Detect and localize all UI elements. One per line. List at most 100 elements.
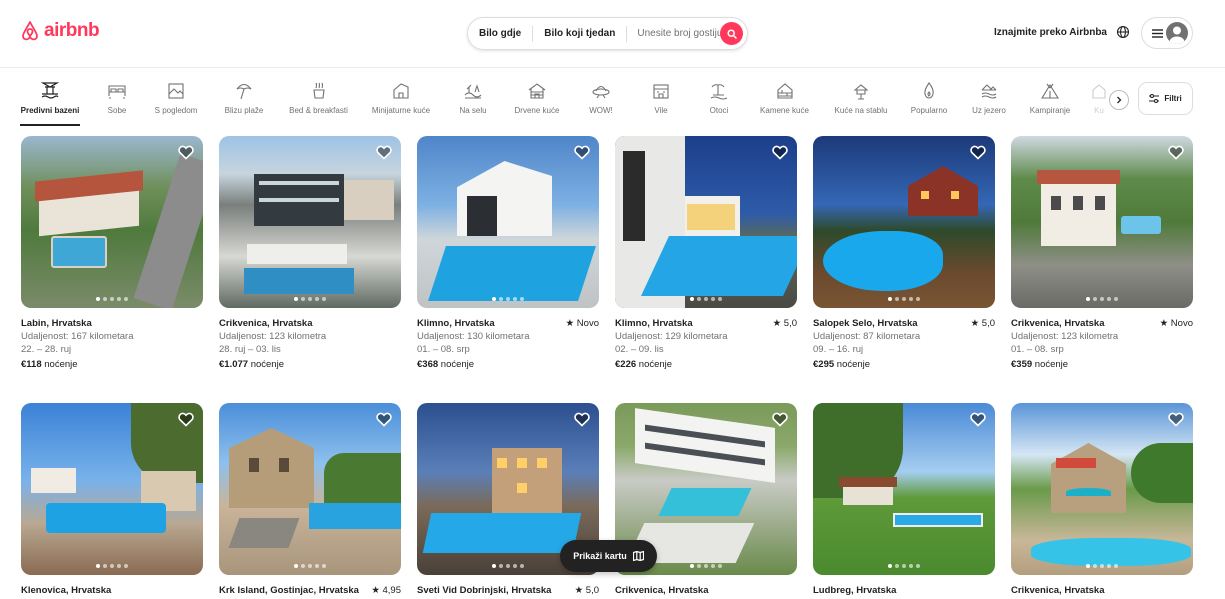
category-minijaturne-kuce[interactable]: Minijaturne kuće [370, 80, 432, 124]
heart-icon[interactable] [574, 145, 590, 160]
listing-card[interactable]: Crikvenica, Hrvatska [1011, 403, 1193, 597]
category-blizu-plaze[interactable]: Blizu plaže [222, 80, 266, 124]
price-suffix: noćenje [1034, 359, 1069, 370]
villa-icon [653, 84, 669, 99]
heart-icon[interactable] [376, 412, 392, 427]
heart-icon[interactable] [178, 412, 194, 427]
category-label: Kuće na stablu [834, 106, 888, 115]
listing-title: Sveti Vid Dobrinjski, Hrvatska [417, 585, 552, 596]
listing-photo[interactable] [219, 136, 401, 308]
category-uz-jezero[interactable]: Uz jezero [971, 80, 1007, 124]
category-wow[interactable]: WOW! [588, 80, 614, 124]
heart-icon[interactable] [772, 145, 788, 160]
listing-card[interactable]: Salopek Selo, Hrvatska ★ 5,0 Udaljenost:… [813, 136, 995, 371]
listing-dates: 02. – 09. lis [615, 344, 664, 355]
search-guests[interactable]: Unesite broj gostiju [627, 28, 730, 39]
category-na-selu[interactable]: Na selu [458, 80, 488, 124]
search-where[interactable]: Bilo gdje [468, 28, 532, 39]
heart-icon[interactable] [178, 145, 194, 160]
flame-icon [924, 82, 934, 99]
listing-photo[interactable] [21, 136, 203, 308]
category-kamene-kuce[interactable]: Kamene kuće [758, 80, 811, 124]
category-vile[interactable]: Vile [651, 80, 671, 124]
host-link[interactable]: Iznajmite preko Airbnba [994, 27, 1107, 38]
top-header: airbnb Bilo gdje Bilo koji tjedan Unesit… [0, 0, 1225, 68]
show-map-button[interactable]: Prikaži kartu [560, 540, 657, 572]
listing-card[interactable]: Klenovica, Hrvatska [21, 403, 203, 597]
filters-button[interactable]: Filtri [1138, 82, 1193, 115]
category-label: WOW! [589, 106, 613, 115]
category-otoci[interactable]: Otoci [707, 80, 731, 124]
category-label: Uz jezero [972, 106, 1006, 115]
heart-icon[interactable] [1168, 145, 1184, 160]
image-dots [1011, 297, 1193, 301]
listing-photo[interactable] [219, 403, 401, 575]
listing-photo[interactable] [417, 136, 599, 308]
category-drvene-kuce[interactable]: Drvene kuće [512, 80, 562, 124]
image-dots [615, 297, 797, 301]
heart-icon[interactable] [970, 412, 986, 427]
airbnb-logo[interactable]: airbnb [20, 20, 100, 42]
image-dots [1011, 564, 1193, 568]
category-label: Otoci [709, 106, 729, 115]
listing-card[interactable]: Klimno, Hrvatska ★ 5,0 Udaljenost: 129 k… [615, 136, 797, 371]
heart-icon[interactable] [970, 145, 986, 160]
listing-distance: Udaljenost: 123 kilometra [1011, 331, 1119, 342]
category-kampiranje[interactable]: Kampiranje [1028, 80, 1072, 124]
listing-distance: Udaljenost: 130 kilometara [417, 331, 530, 342]
category-label: Sobe [107, 106, 127, 115]
pool-icon [40, 82, 60, 99]
category-bed-breakfasti[interactable]: Bed & breakfasti [287, 80, 350, 124]
category-popularno[interactable]: Popularno [909, 80, 949, 124]
user-menu-button[interactable] [1141, 17, 1193, 49]
heart-icon[interactable] [772, 412, 788, 427]
listing-photo[interactable] [1011, 136, 1193, 308]
listing-card[interactable]: Labin, Hrvatska Udaljenost: 167 kilometa… [21, 136, 203, 371]
airbnb-logo-icon [22, 21, 38, 41]
filters-icon [1149, 94, 1160, 103]
heart-icon[interactable] [376, 145, 392, 160]
category-sobe[interactable]: Sobe [103, 80, 131, 124]
tiny-house-icon [393, 83, 409, 99]
category-label: Popularno [910, 106, 948, 115]
listing-card[interactable]: Klimno, Hrvatska ★ Novo Udaljenost: 130 … [417, 136, 599, 371]
listing-title: Crikvenica, Hrvatska [1011, 585, 1105, 596]
view-icon [168, 83, 184, 99]
listing-price: €1.077 [219, 359, 249, 370]
cabin-icon [528, 83, 546, 99]
listing-dates: 09. – 16. ruj [813, 344, 864, 355]
listing-price: €295 [813, 359, 835, 370]
listing-card[interactable]: Ludbreg, Hrvatska [813, 403, 995, 597]
category-ku[interactable]: Ku [1092, 80, 1106, 124]
category-predivni-bazeni[interactable]: Predivni bazeni [20, 80, 80, 126]
category-label: Kampiranje [1029, 106, 1071, 115]
listing-photo[interactable] [615, 136, 797, 308]
listing-dates: 01. – 08. srp [417, 344, 470, 355]
listing-photo[interactable] [1011, 403, 1193, 575]
listing-card[interactable]: Krk Island, Gostinjac, Hrvatska ★ 4,95 [219, 403, 401, 597]
heart-icon[interactable] [1168, 412, 1184, 427]
globe-icon[interactable] [1116, 25, 1130, 39]
logo-text: airbnb [44, 20, 100, 41]
search-button[interactable] [720, 22, 743, 45]
listing-distance: Udaljenost: 129 kilometara [615, 331, 728, 342]
listing-photo[interactable] [813, 403, 995, 575]
heart-icon[interactable] [574, 412, 590, 427]
category-s-pogledom[interactable]: S pogledom [150, 80, 202, 124]
category-kuce-na-stablu[interactable]: Kuće na stablu [832, 80, 890, 124]
beach-umbrella-icon [236, 83, 252, 100]
listing-photo[interactable] [21, 403, 203, 575]
category-label: Bed & breakfasti [289, 106, 348, 115]
search-bar[interactable]: Bilo gdje Bilo koji tjedan Unesite broj … [467, 17, 748, 50]
listing-card[interactable]: Crikvenica, Hrvatska Udaljenost: 123 kil… [219, 136, 401, 371]
search-when[interactable]: Bilo koji tjedan [533, 28, 626, 39]
filters-label: Filtri [1164, 94, 1182, 103]
stone-house-icon [776, 83, 793, 99]
category-label: Ku [1094, 106, 1104, 115]
listing-photo[interactable] [813, 136, 995, 308]
listing-card[interactable]: Crikvenica, Hrvatska ★ Novo Udaljenost: … [1011, 136, 1193, 371]
listing-distance: Udaljenost: 167 kilometara [21, 331, 134, 342]
lake-icon [981, 84, 997, 99]
image-dots [219, 564, 401, 568]
category-next-button[interactable] [1109, 90, 1129, 110]
